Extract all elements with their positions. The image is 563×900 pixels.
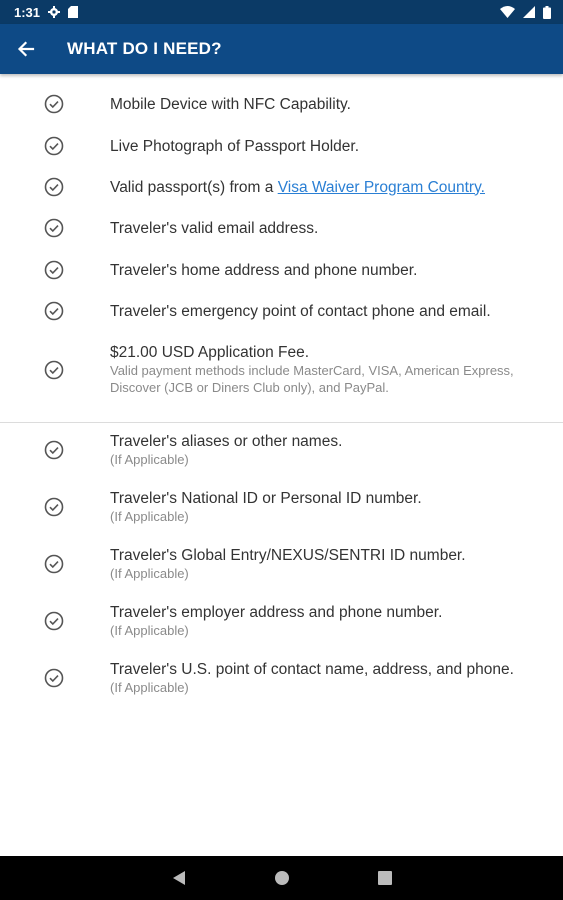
requirement-text: Traveler's emergency point of contact ph…	[110, 302, 491, 320]
list-item: Traveler's U.S. point of contact name, a…	[0, 660, 563, 696]
list-item: Valid passport(s) from a Visa Waiver Pro…	[0, 177, 563, 197]
check-circle-icon	[44, 260, 64, 280]
check-circle-icon	[44, 94, 64, 114]
check-circle-icon	[44, 611, 64, 631]
list-item: $21.00 USD Application Fee. Valid paymen…	[0, 343, 563, 396]
check-circle-icon	[44, 177, 64, 197]
signal-icon	[523, 6, 535, 18]
check-circle-icon	[44, 136, 64, 156]
section-divider	[0, 422, 563, 423]
requirement-text: Traveler's Global Entry/NEXUS/SENTRI ID …	[110, 547, 466, 564]
list-item: Traveler's National ID or Personal ID nu…	[0, 489, 563, 525]
list-item: Traveler's aliases or other names. (If A…	[0, 432, 563, 468]
requirement-text: Traveler's U.S. point of contact name, a…	[110, 661, 514, 678]
list-item: Traveler's valid email address.	[0, 218, 563, 238]
back-button[interactable]	[0, 24, 52, 74]
sd-card-icon	[68, 6, 79, 18]
requirement-text: Valid passport(s) from a	[110, 178, 278, 196]
check-circle-icon	[44, 440, 64, 460]
if-applicable-label: (If Applicable)	[110, 680, 189, 695]
check-circle-icon	[44, 301, 64, 321]
if-applicable-label: (If Applicable)	[110, 623, 189, 638]
page-title: WHAT DO I NEED?	[67, 39, 222, 58]
list-item: Traveler's Global Entry/NEXUS/SENTRI ID …	[0, 546, 563, 582]
check-circle-icon	[44, 554, 64, 574]
home-circle-icon[interactable]	[274, 870, 290, 886]
list-item: Live Photograph of Passport Holder.	[0, 136, 563, 156]
requirement-text: $21.00 USD Application Fee.	[110, 344, 310, 361]
requirement-text: Traveler's National ID or Personal ID nu…	[110, 490, 422, 507]
system-nav-bar	[0, 856, 563, 900]
visa-waiver-link[interactable]: Visa Waiver Program Country.	[278, 179, 485, 196]
gear-icon	[48, 6, 61, 18]
recents-square-icon[interactable]	[377, 871, 392, 885]
requirement-text: Traveler's employer address and phone nu…	[110, 604, 443, 621]
arrow-left-icon	[17, 41, 35, 57]
app-bar: WHAT DO I NEED?	[0, 24, 563, 74]
back-triangle-icon[interactable]	[172, 870, 186, 886]
requirement-text: Traveler's home address and phone number…	[110, 261, 418, 279]
payment-note: Valid payment methods include MasterCard…	[110, 363, 514, 395]
list-item: Traveler's home address and phone number…	[0, 260, 563, 280]
check-circle-icon	[44, 360, 64, 379]
list-item: Traveler's emergency point of contact ph…	[0, 301, 563, 321]
wifi-icon	[500, 6, 515, 18]
if-applicable-label: (If Applicable)	[110, 509, 189, 524]
check-circle-icon	[44, 668, 64, 688]
requirement-text: Live Photograph of Passport Holder.	[110, 137, 360, 155]
check-circle-icon	[44, 218, 64, 238]
requirement-text: Traveler's aliases or other names.	[110, 433, 343, 450]
battery-icon	[543, 5, 551, 19]
if-applicable-label: (If Applicable)	[110, 452, 189, 467]
requirement-text: Mobile Device with NFC Capability.	[110, 95, 351, 113]
requirement-text: Traveler's valid email address.	[110, 219, 319, 237]
list-item: Mobile Device with NFC Capability.	[0, 94, 563, 114]
status-bar: 1:31	[0, 0, 563, 24]
list-item: Traveler's employer address and phone nu…	[0, 603, 563, 639]
if-applicable-label: (If Applicable)	[110, 566, 189, 581]
check-circle-icon	[44, 497, 64, 517]
status-time: 1:31	[14, 4, 41, 20]
